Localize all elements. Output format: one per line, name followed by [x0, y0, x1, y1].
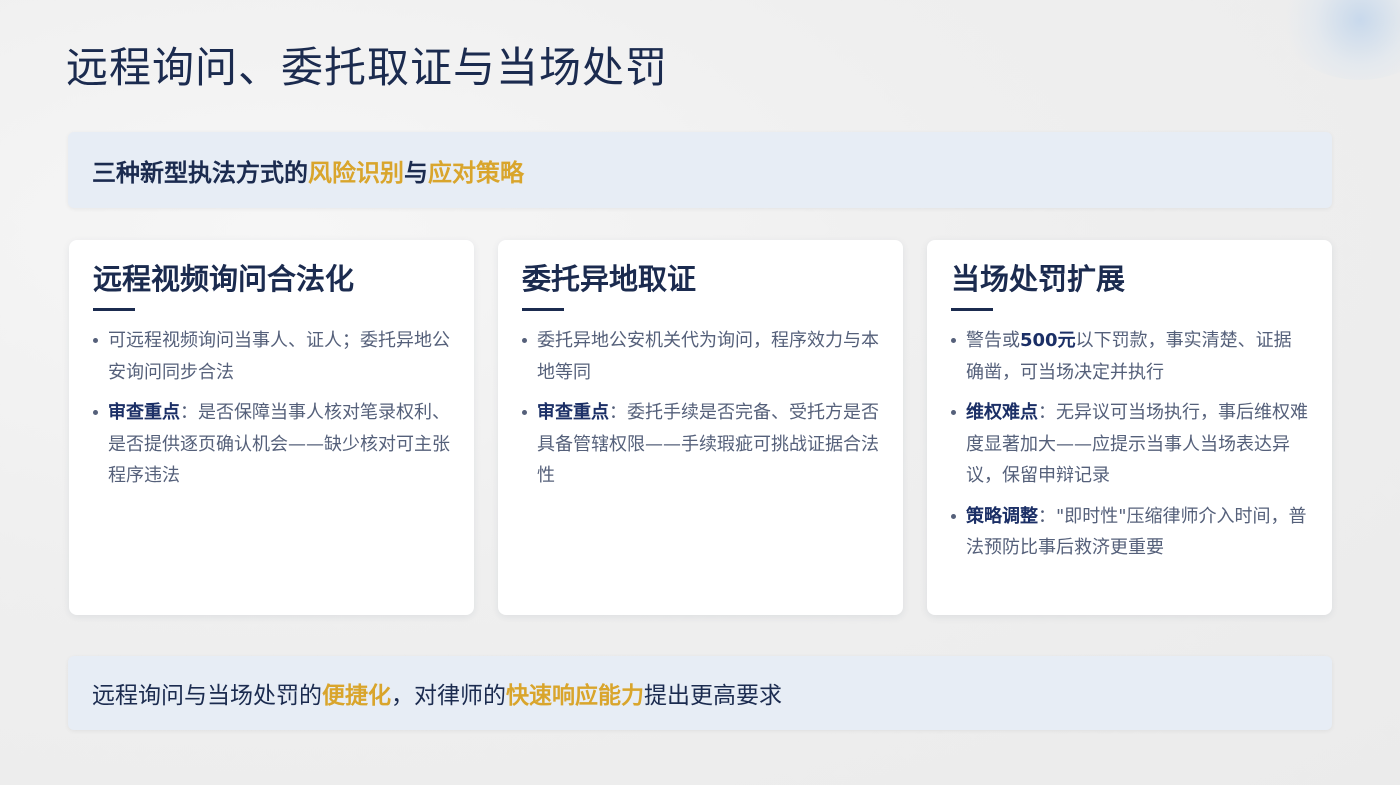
bullet-list: 可远程视频询问当事人、证人；委托异地公安询问同步合法 审查重点：是否保障当事人核…: [93, 325, 450, 492]
conclusion-highlight-convenience: 便捷化: [322, 683, 391, 709]
card-row: 远程视频询问合法化 可远程视频询问当事人、证人；委托异地公安询问同步合法 审查重…: [69, 240, 1333, 615]
bullet-item: 策略调整："即时性"压缩律师介入时间，普法预防比事后救济更重要: [951, 501, 1308, 564]
card-entrusted-evidence: 委托异地取证 委托异地公安机关代为询问，程序效力与本地等同 审查重点：委托手续是…: [498, 240, 903, 615]
conclusion-text: 远程询问与当场处罚的: [92, 683, 322, 709]
bullet-label: 策略调整: [966, 505, 1038, 527]
bullet-item: 委托异地公安机关代为询问，程序效力与本地等同: [522, 325, 879, 388]
subtitle-highlight-risk: 风险识别: [308, 158, 404, 187]
subtitle-text: 三种新型执法方式的: [92, 158, 308, 187]
bullet-list: 警告或500元以下罚款，事实清楚、证据确凿，可当场决定并执行 维权难点：无异议可…: [951, 325, 1308, 564]
card-on-site-penalty: 当场处罚扩展 警告或500元以下罚款，事实清楚、证据确凿，可当场决定并执行 维权…: [927, 240, 1332, 615]
subtitle-connector: 与: [404, 158, 428, 187]
bullet-item: 可远程视频询问当事人、证人；委托异地公安询问同步合法: [93, 325, 450, 388]
bullet-item: 警告或500元以下罚款，事实清楚、证据确凿，可当场决定并执行: [951, 325, 1308, 388]
bullet-emphasis: 500元: [1020, 330, 1076, 351]
conclusion-highlight-response: 快速响应能力: [506, 683, 644, 709]
bullet-label: 维权难点: [966, 402, 1038, 423]
subtitle-banner: 三种新型执法方式的 风险识别与应对策略: [68, 132, 1332, 208]
subtitle-highlight-strategy: 应对策略: [428, 158, 524, 187]
card-remote-video-inquiry: 远程视频询问合法化 可远程视频询问当事人、证人；委托异地公安询问同步合法 审查重…: [69, 240, 474, 615]
bullet-text: 委托异地公安机关代为询问，程序效力与本地等同: [537, 330, 879, 383]
bullet-text: 可远程视频询问当事人、证人；委托异地公安询问同步合法: [108, 330, 450, 383]
card-title-underline: [522, 308, 564, 311]
bullet-label: 审查重点: [108, 402, 180, 423]
bullet-item: 审查重点：委托手续是否完备、受托方是否具备管辖权限——手续瑕疵可挑战证据合法性: [522, 397, 879, 492]
conclusion-text: ，对律师的: [391, 683, 506, 709]
bullet-item: 审查重点：是否保障当事人核对笔录权利、是否提供逐页确认机会——缺少核对可主张程序…: [93, 397, 450, 492]
bullet-list: 委托异地公安机关代为询问，程序效力与本地等同 审查重点：委托手续是否完备、受托方…: [522, 325, 879, 492]
bullet-item: 维权难点：无异议可当场执行，事后维权难度显著加大——应提示当事人当场表达异议，保…: [951, 397, 1308, 492]
conclusion-banner: 远程询问与当场处罚的 便捷化 ，对律师的 快速响应能力 提出更高要求: [68, 656, 1332, 730]
card-title: 委托异地取证: [522, 262, 697, 296]
page-title: 远程询问、委托取证与当场处罚: [66, 43, 669, 92]
bullet-label: 审查重点: [537, 402, 609, 423]
card-title-underline: [93, 308, 135, 311]
card-title: 当场处罚扩展: [951, 262, 1126, 296]
conclusion-text: 提出更高要求: [644, 683, 782, 709]
card-title: 远程视频询问合法化: [93, 262, 355, 296]
card-title-underline: [951, 308, 993, 311]
bullet-text: 警告或: [966, 330, 1020, 351]
background-glow: [1280, 0, 1400, 80]
